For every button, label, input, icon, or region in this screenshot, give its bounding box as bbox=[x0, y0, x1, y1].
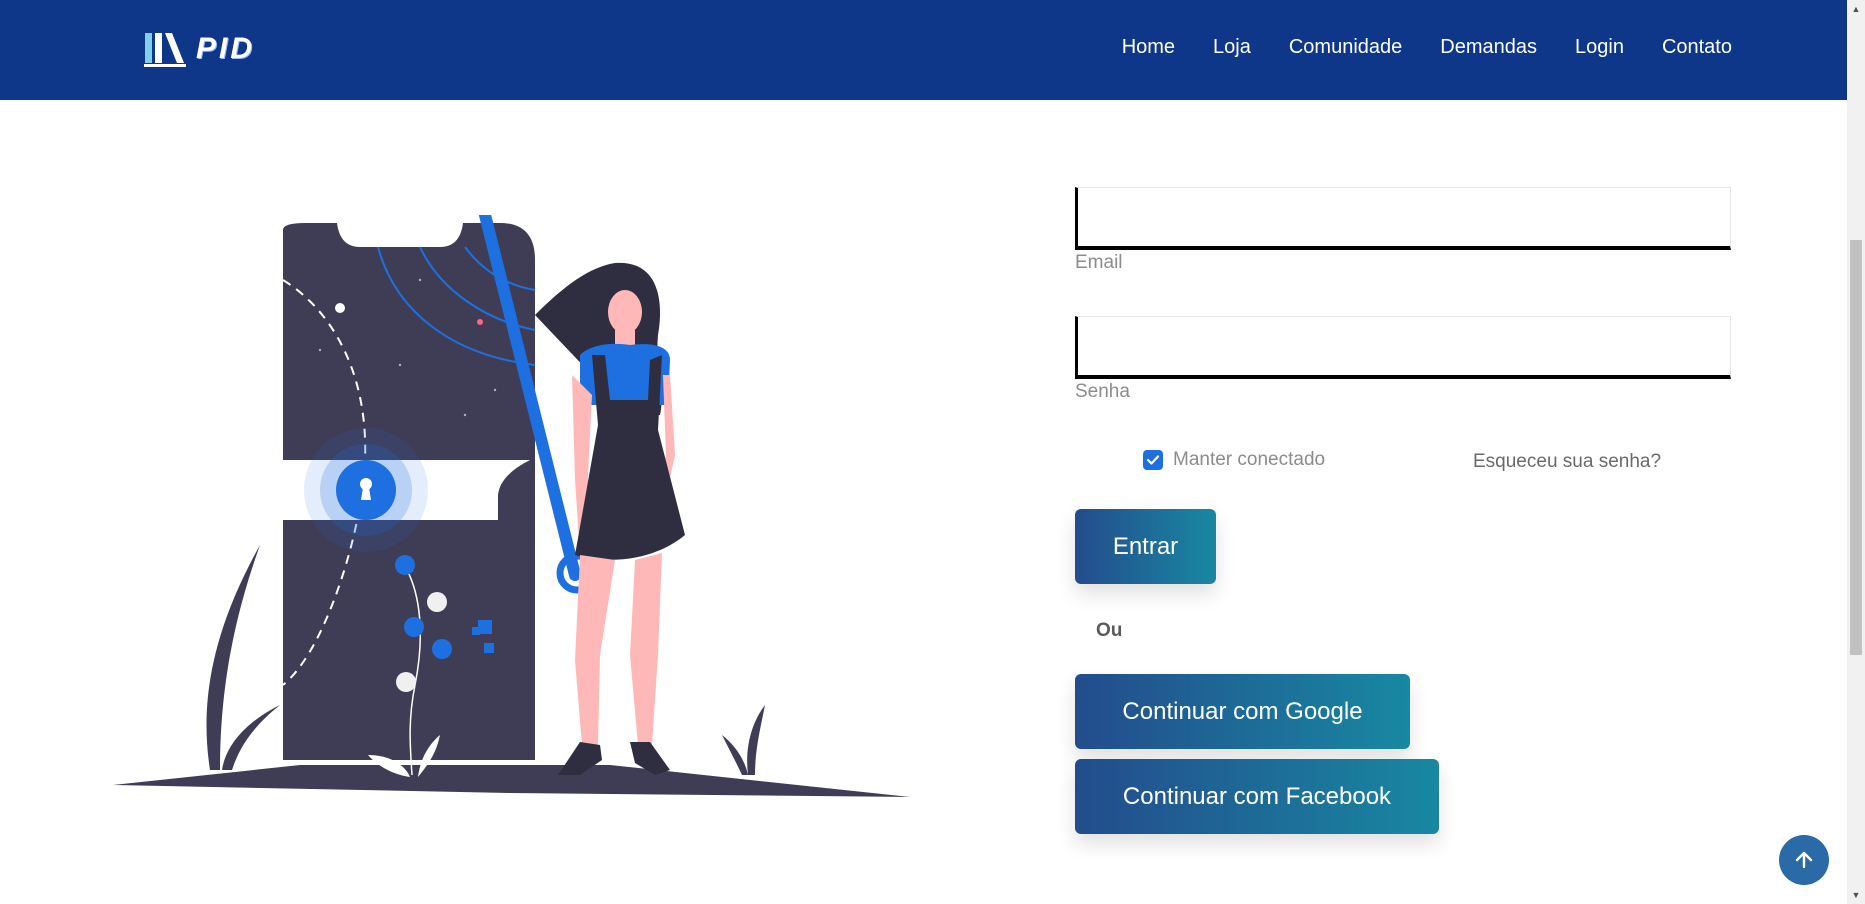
leaf-left-tall bbox=[206, 545, 260, 770]
page: PID Home Loja Comunidade Demandas Login … bbox=[0, 0, 1865, 904]
scroll-thumb[interactable] bbox=[1850, 240, 1862, 655]
login-options-row: Manter conectado Esqueceu sua senha? bbox=[1075, 445, 1731, 507]
email-input[interactable] bbox=[1075, 187, 1731, 250]
vertical-scrollbar[interactable]: ▲ ▼ bbox=[1847, 0, 1865, 904]
nav-login[interactable]: Login bbox=[1575, 36, 1624, 59]
nav-demandas[interactable]: Demandas bbox=[1440, 36, 1537, 59]
login-form: Email Senha Manter conectado Esqueceu su… bbox=[1075, 187, 1731, 834]
password-field-group: Senha bbox=[1075, 316, 1731, 403]
nav-contato[interactable]: Contato bbox=[1662, 36, 1732, 59]
leaf-left-small bbox=[222, 705, 280, 770]
password-label: Senha bbox=[1075, 381, 1130, 402]
nav-loja[interactable]: Loja bbox=[1213, 36, 1251, 59]
logo-text: PID bbox=[196, 32, 256, 65]
email-field-group: Email bbox=[1075, 187, 1731, 274]
navbar: PID Home Loja Comunidade Demandas Login … bbox=[0, 0, 1847, 100]
remember-checkbox[interactable] bbox=[1143, 450, 1163, 470]
scroll-down-arrow-icon[interactable]: ▼ bbox=[1847, 886, 1865, 904]
check-icon bbox=[1146, 455, 1160, 465]
remember-label: Manter conectado bbox=[1173, 449, 1326, 470]
nav-comunidade[interactable]: Comunidade bbox=[1289, 36, 1402, 59]
scroll-up-arrow-icon[interactable]: ▲ bbox=[1847, 0, 1865, 18]
email-label: Email bbox=[1075, 252, 1123, 273]
google-login-button[interactable]: Continuar com Google bbox=[1075, 674, 1410, 749]
password-input[interactable] bbox=[1075, 316, 1731, 379]
forgot-password-link[interactable]: Esqueceu sua senha? bbox=[1473, 451, 1661, 473]
logo[interactable]: PID bbox=[144, 30, 255, 68]
books-logo-icon bbox=[144, 33, 186, 67]
woman-face bbox=[608, 290, 642, 334]
facebook-login-button[interactable]: Continuar com Facebook bbox=[1075, 759, 1439, 834]
arrow-up-icon bbox=[1795, 851, 1813, 869]
nav-home[interactable]: Home bbox=[1122, 36, 1175, 59]
login-illustration bbox=[113, 215, 910, 797]
ground-shape bbox=[113, 765, 910, 797]
or-divider-label: Ou bbox=[1096, 620, 1123, 641]
main-nav: Home Loja Comunidade Demandas Login Cont… bbox=[1122, 36, 1732, 59]
remember-me[interactable]: Manter conectado bbox=[1143, 449, 1325, 471]
login-button[interactable]: Entrar bbox=[1075, 509, 1216, 584]
back-to-top-button[interactable] bbox=[1779, 835, 1829, 885]
